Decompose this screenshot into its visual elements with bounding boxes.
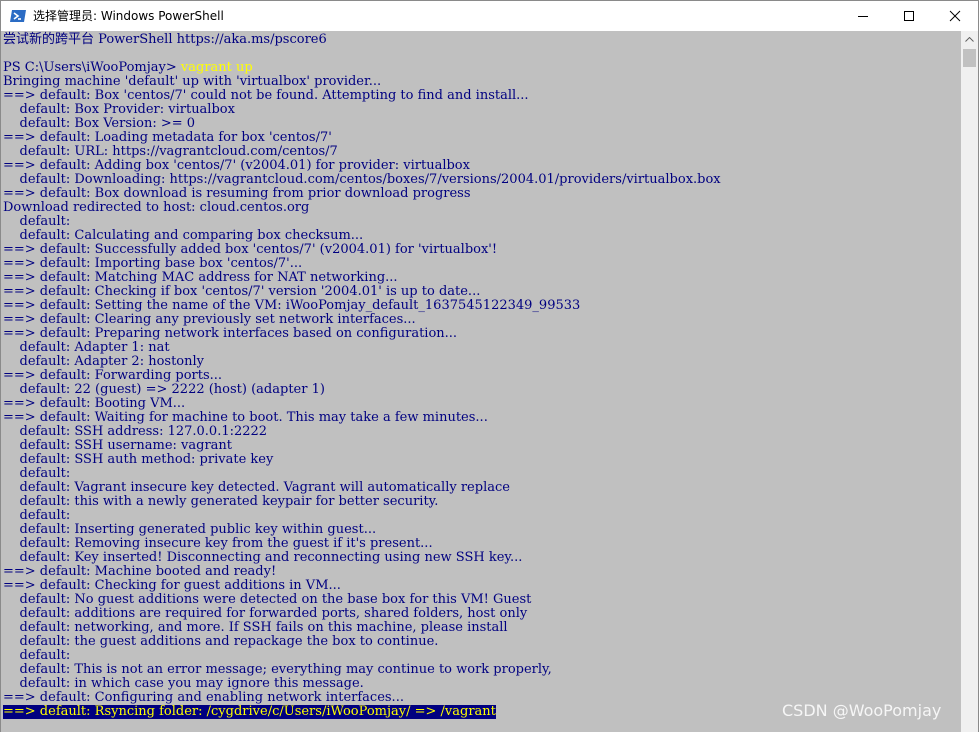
console-line: ==> default: Preparing network interface… xyxy=(3,326,458,341)
console-line: ==> default: Machine booted and ready! xyxy=(3,564,277,579)
scroll-up-button[interactable] xyxy=(961,31,978,48)
console-line: ==> default: Successfully added box 'cen… xyxy=(3,242,498,257)
command-text: vagrant up xyxy=(180,60,253,75)
console-header-line: 尝试新的跨平台 PowerShell https://aka.ms/pscore… xyxy=(3,32,327,47)
maximize-button[interactable] xyxy=(886,1,932,31)
console-line: default: Box Provider: virtualbox xyxy=(3,102,235,117)
console-line: ==> default: Loading metadata for box 'c… xyxy=(3,130,332,145)
console-line: ==> default: Waiting for machine to boot… xyxy=(3,410,488,425)
console-line: default: additions are required for forw… xyxy=(3,606,528,621)
current-output-line: ==> default: Rsyncing folder: /cygdrive/… xyxy=(3,704,496,719)
console-line: default: SSH address: 127.0.0.1:2222 xyxy=(3,424,268,439)
console-line: ==> default: Box download is resuming fr… xyxy=(3,186,471,201)
console-line: default: SSH auth method: private key xyxy=(3,452,274,467)
console-line: ==> default: Box 'centos/7' could not be… xyxy=(3,88,529,103)
prompt-line: PS C:\Users\iWooPomjay> vagrant up xyxy=(3,61,253,75)
console-line: default: the guest additions and repacka… xyxy=(3,634,439,649)
console-line: ==> default: Checking if box 'centos/7' … xyxy=(3,284,481,299)
console-line: ==> default: Setting the name of the VM:… xyxy=(3,298,581,313)
console-line: default: xyxy=(3,466,71,481)
console-line: default: Key inserted! Disconnecting and… xyxy=(3,550,523,565)
console-output[interactable]: 尝试新的跨平台 PowerShell https://aka.ms/pscore… xyxy=(1,31,961,732)
console-line: default: Calculating and comparing box c… xyxy=(3,228,364,243)
console-line: ==> default: Forwarding ports... xyxy=(3,368,223,383)
minimize-icon xyxy=(858,16,868,17)
console-line: default: SSH username: vagrant xyxy=(3,438,233,453)
powershell-icon xyxy=(10,8,26,24)
watermark: CSDN @WooPomjay xyxy=(782,701,942,720)
console-line: ==> default: Configuring and enabling ne… xyxy=(3,690,404,705)
console-line: ==> default: Adding box 'centos/7' (v200… xyxy=(3,158,470,173)
console-line: ==> default: Clearing any previously set… xyxy=(3,312,416,327)
prompt-text: PS C:\Users\iWooPomjay> xyxy=(3,60,181,75)
vertical-scrollbar[interactable] xyxy=(961,31,978,732)
close-icon xyxy=(949,10,961,22)
console-line: ==> default: Importing base box 'centos/… xyxy=(3,256,303,271)
console-line: default: Box Version: >= 0 xyxy=(3,116,196,131)
console-line: default: Adapter 2: hostonly xyxy=(3,354,204,369)
console-line: default: this with a newly generated key… xyxy=(3,494,439,509)
console-line: default: in which case you may ignore th… xyxy=(3,676,364,691)
console-line: default: Downloading: https://vagrantclo… xyxy=(3,172,721,187)
console-line: default: Removing insecure key from the … xyxy=(3,536,433,551)
console-line: default: xyxy=(3,648,71,663)
console-line: default: This is not an error message; e… xyxy=(3,662,552,677)
minimize-button[interactable] xyxy=(840,1,886,31)
console-line: default: xyxy=(3,508,71,523)
scroll-thumb[interactable] xyxy=(963,49,976,67)
console-line: ==> default: Matching MAC address for NA… xyxy=(3,270,398,285)
chevron-up-icon xyxy=(965,37,974,42)
console-line: default: Inserting generated public key … xyxy=(3,522,377,537)
title-bar[interactable]: 选择管理员: Windows PowerShell xyxy=(1,1,978,31)
console-line: default: No guest additions were detecte… xyxy=(3,592,532,607)
window-title: 选择管理员: Windows PowerShell xyxy=(33,9,224,23)
console-line: default: URL: https://vagrantcloud.com/c… xyxy=(3,144,338,159)
console-line: Download redirected to host: cloud.cento… xyxy=(3,200,310,215)
powershell-window: 选择管理员: Windows PowerShell 尝试新的跨平台 PowerS… xyxy=(0,0,979,732)
maximize-icon xyxy=(904,11,914,21)
console-line: default: Vagrant insecure key detected. … xyxy=(3,480,510,495)
console-line: default: Adapter 1: nat xyxy=(3,340,170,355)
console-line: default: networking, and more. If SSH fa… xyxy=(3,620,508,635)
console-line: default: xyxy=(3,214,71,229)
console-line: ==> default: Booting VM... xyxy=(3,396,186,411)
console-line: Bringing machine 'default' up with 'virt… xyxy=(3,74,382,89)
close-button[interactable] xyxy=(932,1,978,31)
console-line: ==> default: Checking for guest addition… xyxy=(3,578,341,593)
console-line: default: 22 (guest) => 2222 (host) (adap… xyxy=(3,382,325,397)
